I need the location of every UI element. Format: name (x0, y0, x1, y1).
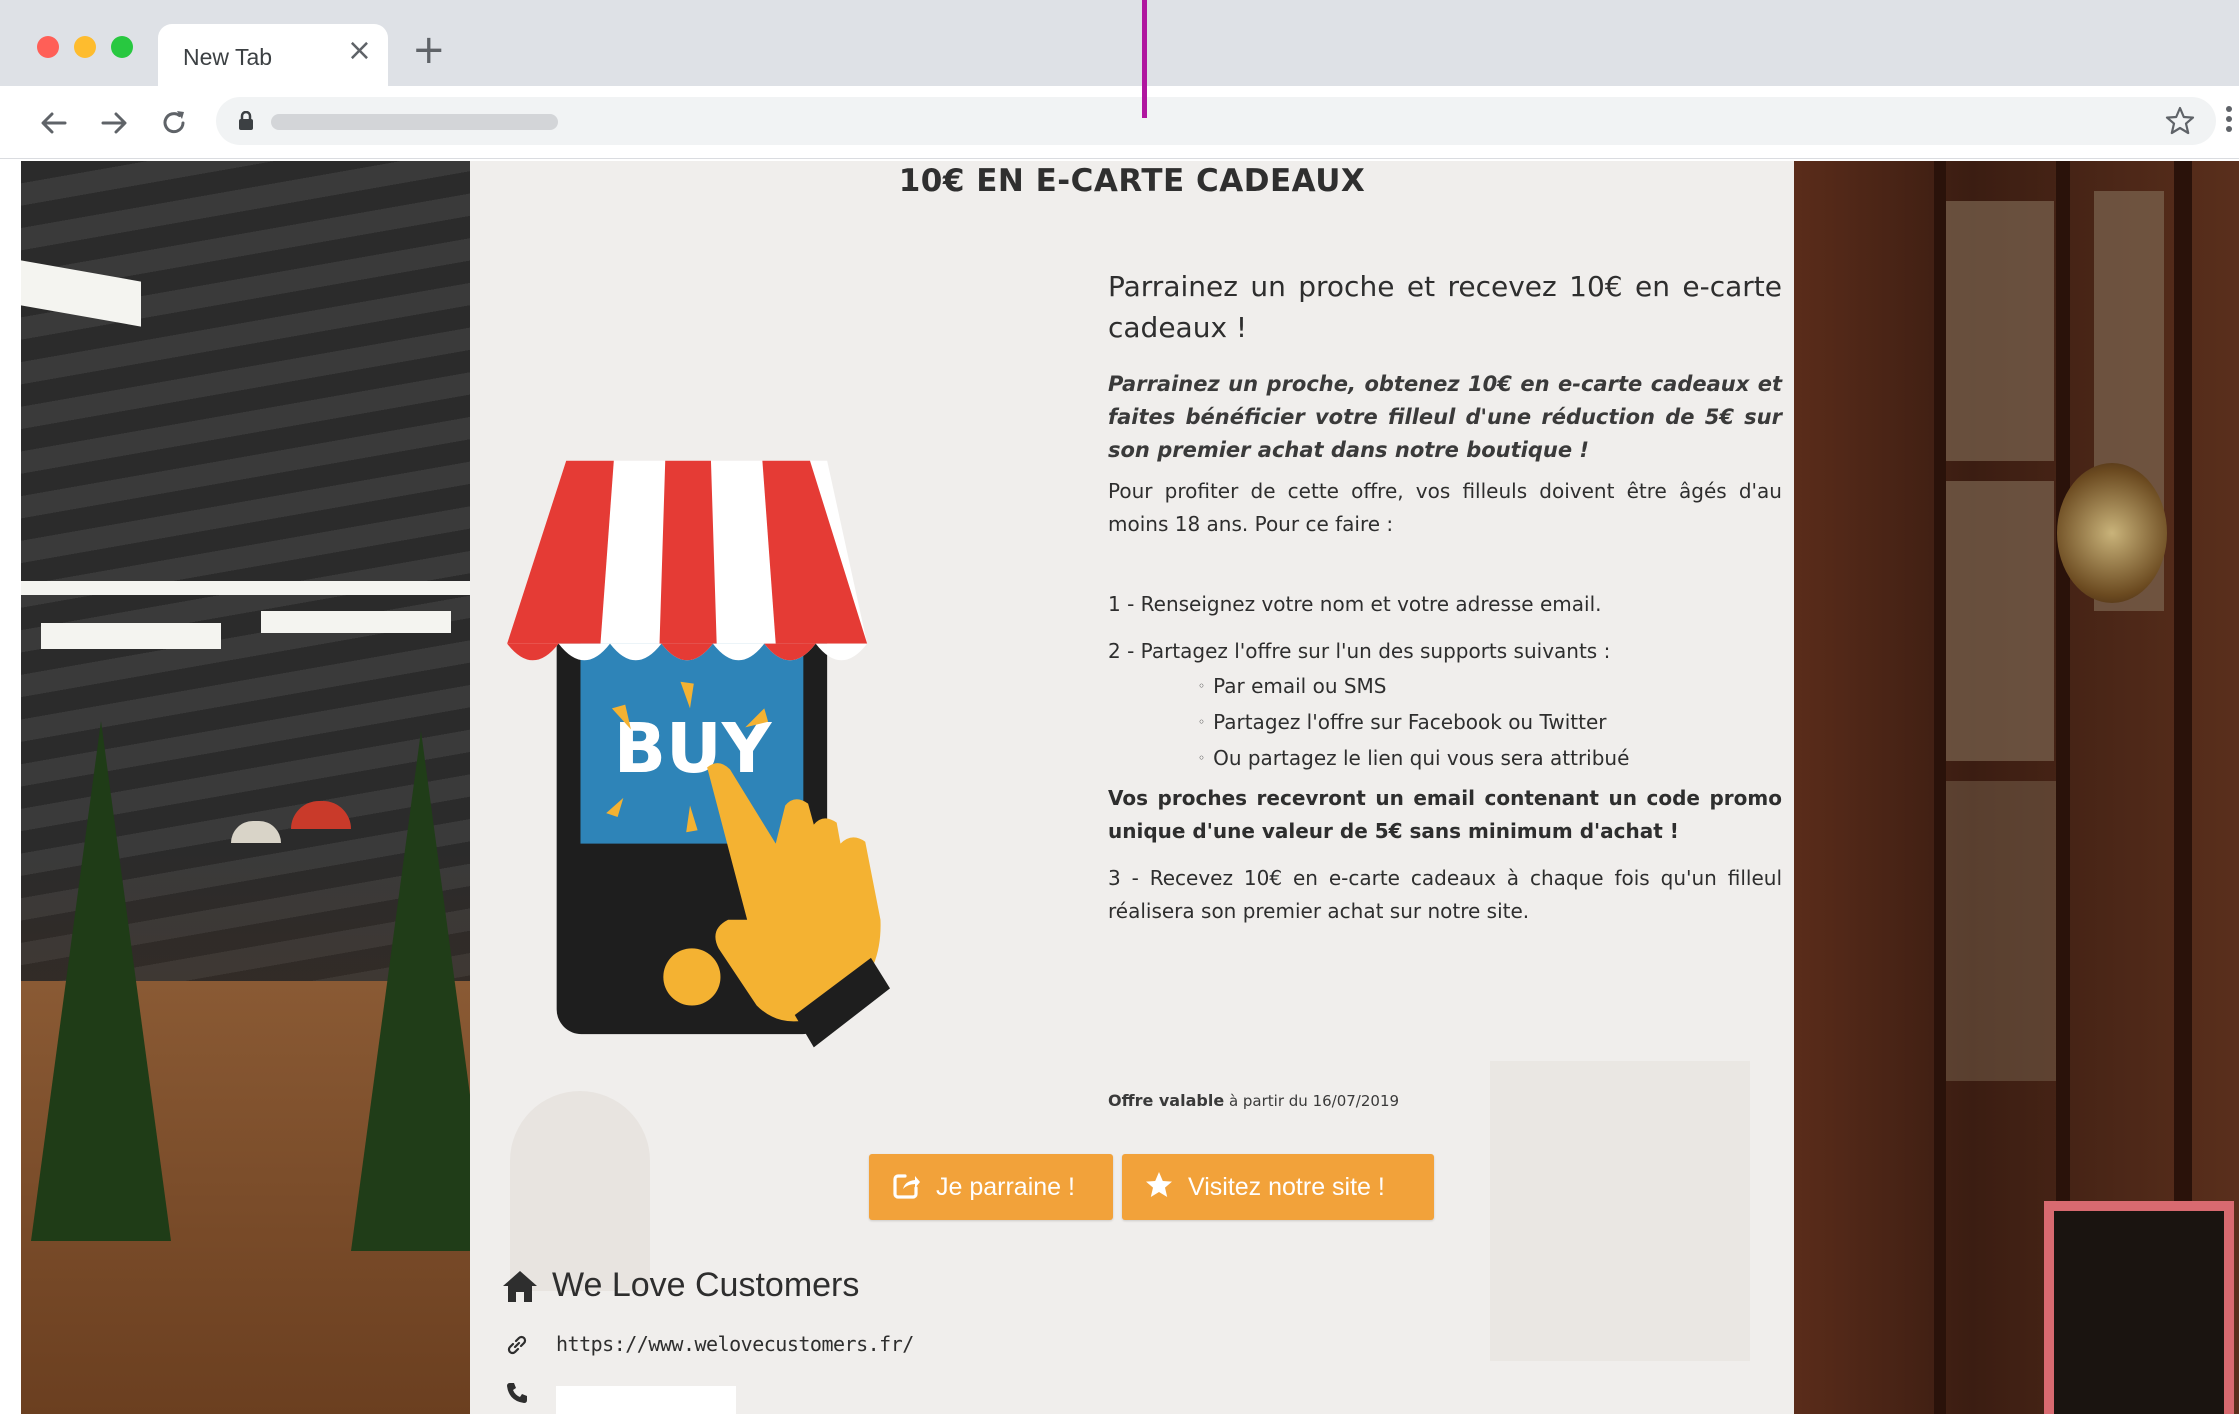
link-icon (507, 1335, 527, 1355)
background-photo-left (21, 161, 491, 1414)
page-viewport: 10€ EN E-CARTE CADEAUX BUY Parrainez un … (21, 161, 2239, 1414)
annotation-line (1142, 0, 1147, 118)
share-options-list: Par email ou SMS Partagez l'offre sur Fa… (1108, 670, 1782, 778)
minimize-window-button[interactable] (74, 36, 96, 58)
page-headline: 10€ EN E-CARTE CADEAUX (898, 163, 1366, 199)
refer-button[interactable]: Je parraine ! (869, 1154, 1113, 1220)
step-two: 2 - Partagez l'offre sur l'un des suppor… (1108, 639, 1611, 663)
refer-button-label: Je parraine ! (936, 1173, 1075, 1201)
list-item: Partagez l'offre sur Facebook ou Twitter (1198, 706, 1782, 742)
visit-site-button[interactable]: Visitez notre site ! (1122, 1154, 1434, 1220)
offer-intro: Parrainez un proche, obtenez 10€ en e-ca… (1108, 372, 1782, 462)
tab-close-icon[interactable]: × (347, 36, 372, 66)
background-mirror (2057, 463, 2167, 603)
maximize-window-button[interactable] (111, 36, 133, 58)
reload-icon[interactable] (157, 106, 191, 140)
browser-tab[interactable]: New Tab × (158, 24, 388, 86)
offer-description: Parrainez un proche et recevez 10€ en e-… (1108, 266, 1782, 928)
browser-toolbar (0, 86, 2239, 159)
forward-arrow-icon[interactable] (97, 106, 131, 140)
offer-validity: Offre valable à partir du 16/07/2019 (1108, 1091, 1399, 1110)
buy-shop-illustration: BUY (507, 460, 890, 1048)
company-website-link[interactable]: https://www.welovecustomers.fr/ (556, 1332, 914, 1356)
phone-number-redacted (556, 1386, 736, 1414)
back-arrow-icon[interactable] (37, 106, 71, 140)
offer-title: Parrainez un proche et recevez 10€ en e-… (1108, 270, 1782, 344)
lock-icon (239, 111, 253, 130)
offer-panel: 10€ EN E-CARTE CADEAUX BUY Parrainez un … (470, 161, 1794, 1414)
star-icon (1146, 1172, 1172, 1197)
close-window-button[interactable] (37, 36, 59, 58)
tab-title: New Tab (183, 44, 273, 70)
bookmark-star-icon[interactable] (2164, 105, 2196, 137)
list-item: Par email ou SMS (1198, 670, 1782, 706)
list-item: Ou partagez le lien qui vous sera attrib… (1198, 742, 1782, 778)
step-three: 3 - Recevez 10€ en e-carte cadeaux à cha… (1108, 866, 1782, 923)
visit-site-button-label: Visitez notre site ! (1188, 1173, 1385, 1201)
home-icon (503, 1271, 537, 1302)
step-one: 1 - Renseignez votre nom et votre adress… (1108, 592, 1602, 616)
validity-date: à partir du 16/07/2019 (1228, 1092, 1400, 1110)
company-name: We Love Customers (552, 1266, 860, 1304)
share-icon (893, 1174, 920, 1199)
validity-prefix: Offre valable (1108, 1091, 1225, 1110)
url-redacted (271, 114, 558, 130)
phone-icon (507, 1383, 527, 1403)
promo-code-notice: Vos proches recevront un email contenant… (1108, 786, 1782, 843)
offer-conditions: Pour profiter de cette offre, vos filleu… (1108, 479, 1782, 536)
new-tab-button[interactable]: + (412, 30, 446, 70)
browser-tab-bar: New Tab × + (0, 0, 2239, 86)
buy-label: BUY (614, 709, 773, 789)
address-bar[interactable] (216, 97, 2216, 145)
background-photo-right (1794, 161, 2239, 1414)
menu-dots-icon[interactable] (2222, 104, 2236, 134)
